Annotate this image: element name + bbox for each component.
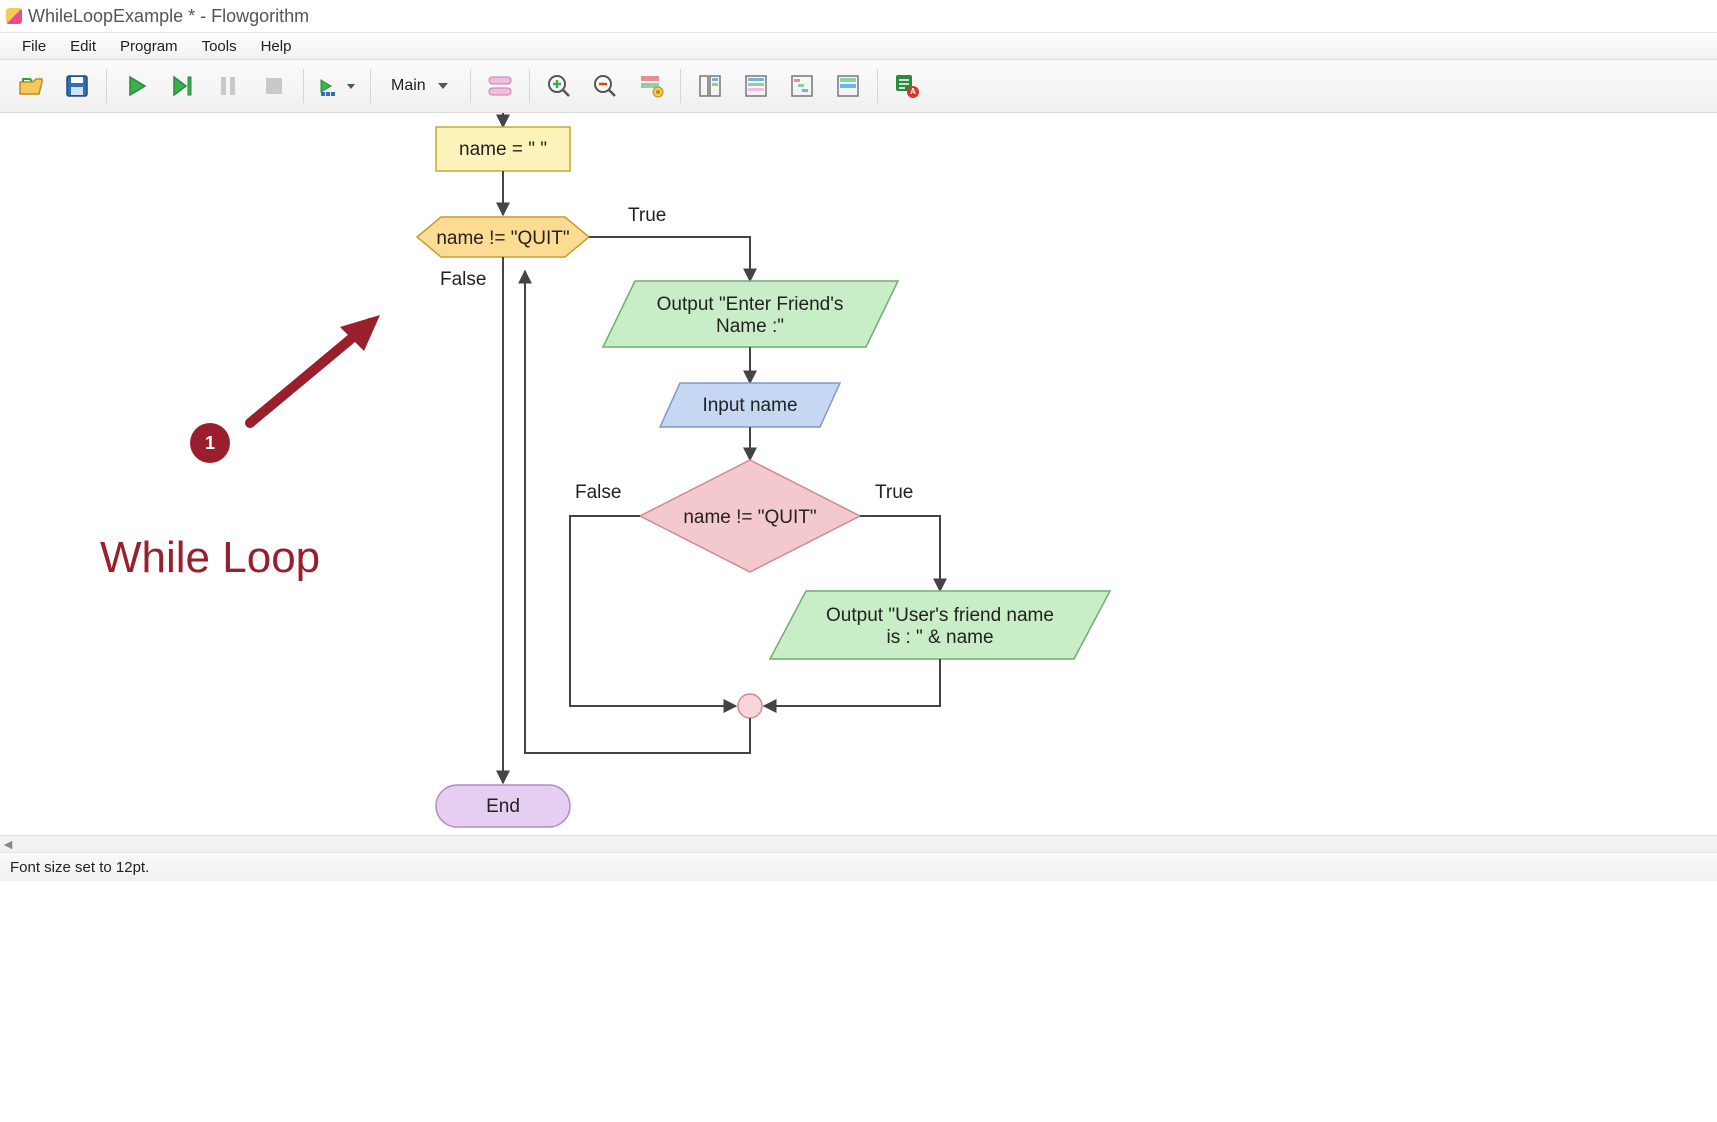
layout-icon <box>696 72 724 100</box>
menu-file[interactable]: File <box>10 35 58 58</box>
layout-3-button[interactable] <box>782 66 822 106</box>
svg-text:name != "QUIT": name != "QUIT" <box>436 228 569 249</box>
layout-icon <box>788 72 816 100</box>
toolbar-separator <box>529 69 530 103</box>
horizontal-scrollbar[interactable]: ◄ <box>0 835 1717 852</box>
speed-icon <box>317 72 357 100</box>
save-icon <box>63 72 91 100</box>
svg-text:Name :": Name :" <box>716 316 784 337</box>
status-text: Font size set to 12pt. <box>10 859 149 876</box>
stop-icon <box>260 72 288 100</box>
save-button[interactable] <box>57 66 97 106</box>
svg-text:name = " ": name = " " <box>459 139 547 160</box>
edge-label-false: False <box>440 269 486 290</box>
menu-bar: File Edit Program Tools Help <box>0 32 1717 60</box>
svg-text:is : " & name: is : " & name <box>886 627 993 648</box>
annotation-badge: 1 <box>190 423 230 463</box>
app-icon <box>6 8 22 24</box>
toolbar: Main <box>0 60 1717 113</box>
toolbar-separator <box>370 69 371 103</box>
toolbar-separator <box>877 69 878 103</box>
node-output-result[interactable]: Output "User's friend name is : " & name <box>770 591 1110 659</box>
edge-label-false: False <box>575 482 621 503</box>
stop-button[interactable] <box>254 66 294 106</box>
svg-text:Output "Enter Friend's: Output "Enter Friend's <box>657 294 844 315</box>
node-output-prompt[interactable]: Output "Enter Friend's Name :" <box>603 281 898 347</box>
export-icon: A <box>893 72 921 100</box>
annotation-arrow-icon <box>230 303 410 443</box>
layout-2-button[interactable] <box>736 66 776 106</box>
node-input-name[interactable]: Input name <box>660 383 840 427</box>
zoom-out-icon <box>591 72 619 100</box>
zoom-out-button[interactable] <box>585 66 625 106</box>
flowchart-canvas[interactable]: name = " " name != "QUIT" True False Out… <box>0 113 1717 835</box>
node-join[interactable] <box>738 694 762 718</box>
toolbar-separator <box>680 69 681 103</box>
svg-text:name != "QUIT": name != "QUIT" <box>683 507 816 528</box>
svg-text:A: A <box>910 87 916 96</box>
layout-1-button[interactable] <box>690 66 730 106</box>
edge-label-true: True <box>628 205 666 226</box>
folder-open-icon <box>17 72 45 100</box>
style-button[interactable] <box>631 66 671 106</box>
open-button[interactable] <box>11 66 51 106</box>
toolbar-separator <box>106 69 107 103</box>
pause-button[interactable] <box>208 66 248 106</box>
export-button[interactable]: A <box>887 66 927 106</box>
annotation-label: While Loop <box>100 533 320 583</box>
toolbar-separator <box>470 69 471 103</box>
menu-tools[interactable]: Tools <box>190 35 249 58</box>
window-title: WhileLoopExample * - Flowgorithm <box>28 6 309 27</box>
node-decision[interactable]: name != "QUIT" <box>640 460 860 572</box>
menu-edit[interactable]: Edit <box>58 35 108 58</box>
status-bar: Font size set to 12pt. <box>0 852 1717 881</box>
speed-dropdown[interactable] <box>313 66 361 106</box>
menu-help[interactable]: Help <box>249 35 304 58</box>
step-button[interactable] <box>162 66 202 106</box>
function-dropdown[interactable]: Main <box>381 68 460 104</box>
chevron-down-icon <box>436 79 450 93</box>
play-icon <box>122 72 150 100</box>
function-name: Main <box>391 77 426 95</box>
menu-program[interactable]: Program <box>108 35 190 58</box>
step-icon <box>168 72 196 100</box>
edge-label-true: True <box>875 482 913 503</box>
node-while[interactable]: name != "QUIT" <box>417 217 589 257</box>
zoom-in-button[interactable] <box>539 66 579 106</box>
add-shape-button[interactable] <box>480 66 520 106</box>
toolbar-separator <box>303 69 304 103</box>
run-button[interactable] <box>116 66 156 106</box>
scroll-left-icon[interactable]: ◄ <box>0 836 16 852</box>
svg-text:Input name: Input name <box>702 395 797 416</box>
node-end[interactable]: End <box>436 785 570 827</box>
layout-icon <box>742 72 770 100</box>
pause-icon <box>214 72 242 100</box>
shape-icon <box>485 72 515 100</box>
svg-text:Output "User's friend name: Output "User's friend name <box>826 605 1054 626</box>
style-icon <box>637 72 665 100</box>
node-assign[interactable]: name = " " <box>436 127 570 171</box>
layout-4-button[interactable] <box>828 66 868 106</box>
zoom-in-icon <box>545 72 573 100</box>
title-bar: WhileLoopExample * - Flowgorithm <box>0 0 1717 32</box>
layout-icon <box>834 72 862 100</box>
svg-text:End: End <box>486 796 520 817</box>
